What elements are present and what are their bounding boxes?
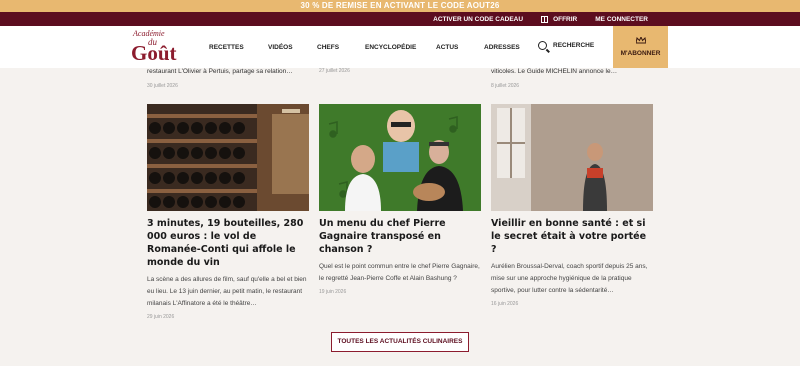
previous-date-2: 27 juillet 2026 <box>319 68 350 74</box>
login-link[interactable]: ME CONNECTER <box>595 16 648 23</box>
search-icon <box>538 41 547 50</box>
article-excerpt: Quel est le point commun entre le chef P… <box>319 263 480 282</box>
article-title[interactable]: 3 minutes, 19 bouteilles, 280 000 euros … <box>147 217 309 269</box>
article-date: 19 juin 2026 <box>319 289 347 295</box>
nav-item-recettes[interactable]: RECETTES <box>209 44 244 51</box>
previous-date-3: 8 juillet 2026 <box>491 83 520 89</box>
previous-article-tail-3[interactable]: viticoles. Le Guide MICHELIN annonce le…… <box>491 68 617 89</box>
subscribe-button[interactable]: M'ABONNER <box>613 26 668 68</box>
promo-banner[interactable]: 30 % DE REMISE EN ACTIVANT LE CODE AOUT2… <box>0 0 800 12</box>
activate-gift-code-link[interactable]: ACTIVER UN CODE CADEAU <box>433 16 523 23</box>
offer-link[interactable]: OFFRIR <box>541 15 578 23</box>
nav-item-actus[interactable]: ACTUS <box>436 44 458 51</box>
article-image-wine-cellar[interactable] <box>147 104 309 211</box>
previous-article-tail-1[interactable]: restaurant L'Olivier à Pertuis, partage … <box>147 68 293 89</box>
nav-item-encyclopedie[interactable]: ENCYCLOPÉDIE <box>365 44 416 51</box>
search-label: RECHERCHE <box>553 42 595 49</box>
top-utility-bar: ACTIVER UN CODE CADEAU OFFRIR ME CONNECT… <box>0 12 800 26</box>
article-title[interactable]: Un menu du chef Pierre Gagnaire transpos… <box>319 217 481 256</box>
article-date: 16 juin 2026 <box>491 301 519 307</box>
article-excerpt: Aurélien Broussal-Derval, coach sportif … <box>491 263 648 294</box>
previous-article-tail-2[interactable]: 27 juillet 2026 <box>319 68 350 74</box>
all-culinary-news-button[interactable]: TOUTES LES ACTUALITÉS CULINAIRES <box>331 332 469 352</box>
logo-line-3: Goût <box>131 41 177 65</box>
article-excerpt: La scène a des allures de film, sauf qu'… <box>147 276 307 307</box>
subscribe-label: M'ABONNER <box>620 50 661 57</box>
article-card-wine-heist[interactable]: 3 minutes, 19 bouteilles, 280 000 euros … <box>147 104 309 320</box>
gift-icon <box>541 15 549 23</box>
nav-menu: RECETTES VIDÉOS CHEFS ENCYCLOPÉDIE ACTUS… <box>209 26 520 68</box>
offer-label: OFFRIR <box>553 15 578 23</box>
main-navigation: Académie du Goût RECETTES VIDÉOS CHEFS E… <box>0 26 800 68</box>
article-date: 29 juin 2026 <box>147 314 175 320</box>
previous-date-1: 30 juillet 2026 <box>147 83 178 89</box>
article-title[interactable]: Vieillir en bonne santé : et si le secre… <box>491 217 653 256</box>
article-card-healthy-aging[interactable]: Vieillir en bonne santé : et si le secre… <box>491 104 653 307</box>
nav-item-adresses[interactable]: ADRESSES <box>484 44 520 51</box>
article-image-chefs-collage[interactable] <box>319 104 481 211</box>
site-logo[interactable]: Académie du Goût <box>130 28 188 66</box>
article-card-gagnaire-song[interactable]: Un menu du chef Pierre Gagnaire transpos… <box>319 104 481 295</box>
search-button[interactable]: RECHERCHE <box>538 41 594 50</box>
previous-excerpt-1: restaurant L'Olivier à Pertuis, partage … <box>147 68 293 75</box>
nav-item-chefs[interactable]: CHEFS <box>317 44 339 51</box>
previous-excerpt-3: viticoles. Le Guide MICHELIN annonce le… <box>491 68 618 75</box>
article-image-woman-exercising[interactable] <box>491 104 653 211</box>
crown-icon <box>635 37 646 44</box>
nav-item-videos[interactable]: VIDÉOS <box>268 44 293 51</box>
